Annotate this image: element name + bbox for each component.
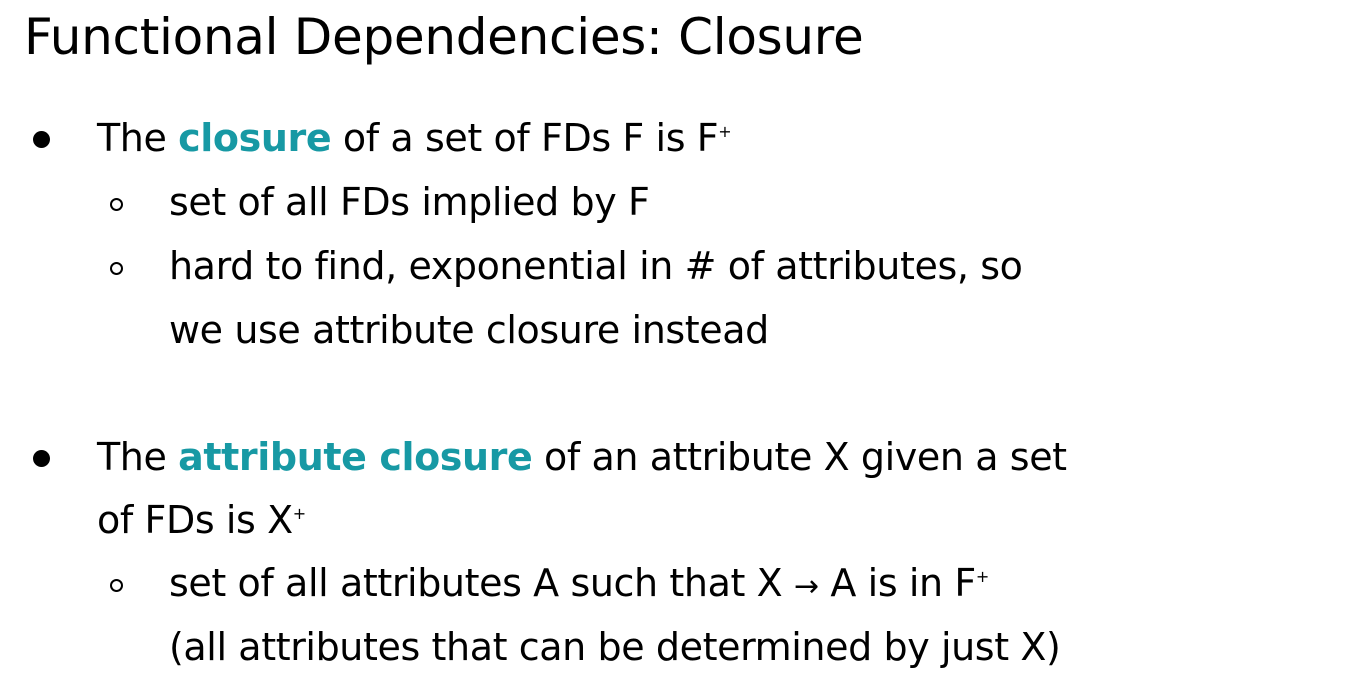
sub-bullet-3-text-line1: set of all attributes A such that X → A … — [169, 561, 989, 605]
sub-bullet-circle-icon — [110, 579, 123, 592]
sub-bullet-1-text: set of all FDs implied by F — [169, 180, 650, 224]
slide-title: Functional Dependencies: Closure — [24, 8, 864, 66]
sub-bullet-2-text-line1: hard to find, exponential in # of attrib… — [169, 244, 1023, 288]
highlight-term-closure: closure — [178, 116, 332, 160]
bullet-2-text-line1: The attribute closure of an attribute X … — [97, 435, 1067, 479]
sub-bullet-circle-icon — [110, 262, 123, 275]
sub-bullet-circle-icon — [110, 198, 123, 211]
sub-bullet-2-text-line2: we use attribute closure instead — [169, 308, 769, 352]
right-arrow-icon: → — [793, 569, 819, 604]
bullet-dot-icon — [33, 131, 50, 148]
highlight-term-attribute-closure: attribute closure — [178, 435, 533, 479]
bullet-2-text-line2: of FDs is X+ — [97, 498, 306, 542]
bullet-dot-icon — [33, 450, 50, 467]
sub-bullet-3-text-line2: (all attributes that can be determined b… — [169, 625, 1061, 669]
bullet-1-text: The closure of a set of FDs F is F+ — [97, 116, 732, 160]
